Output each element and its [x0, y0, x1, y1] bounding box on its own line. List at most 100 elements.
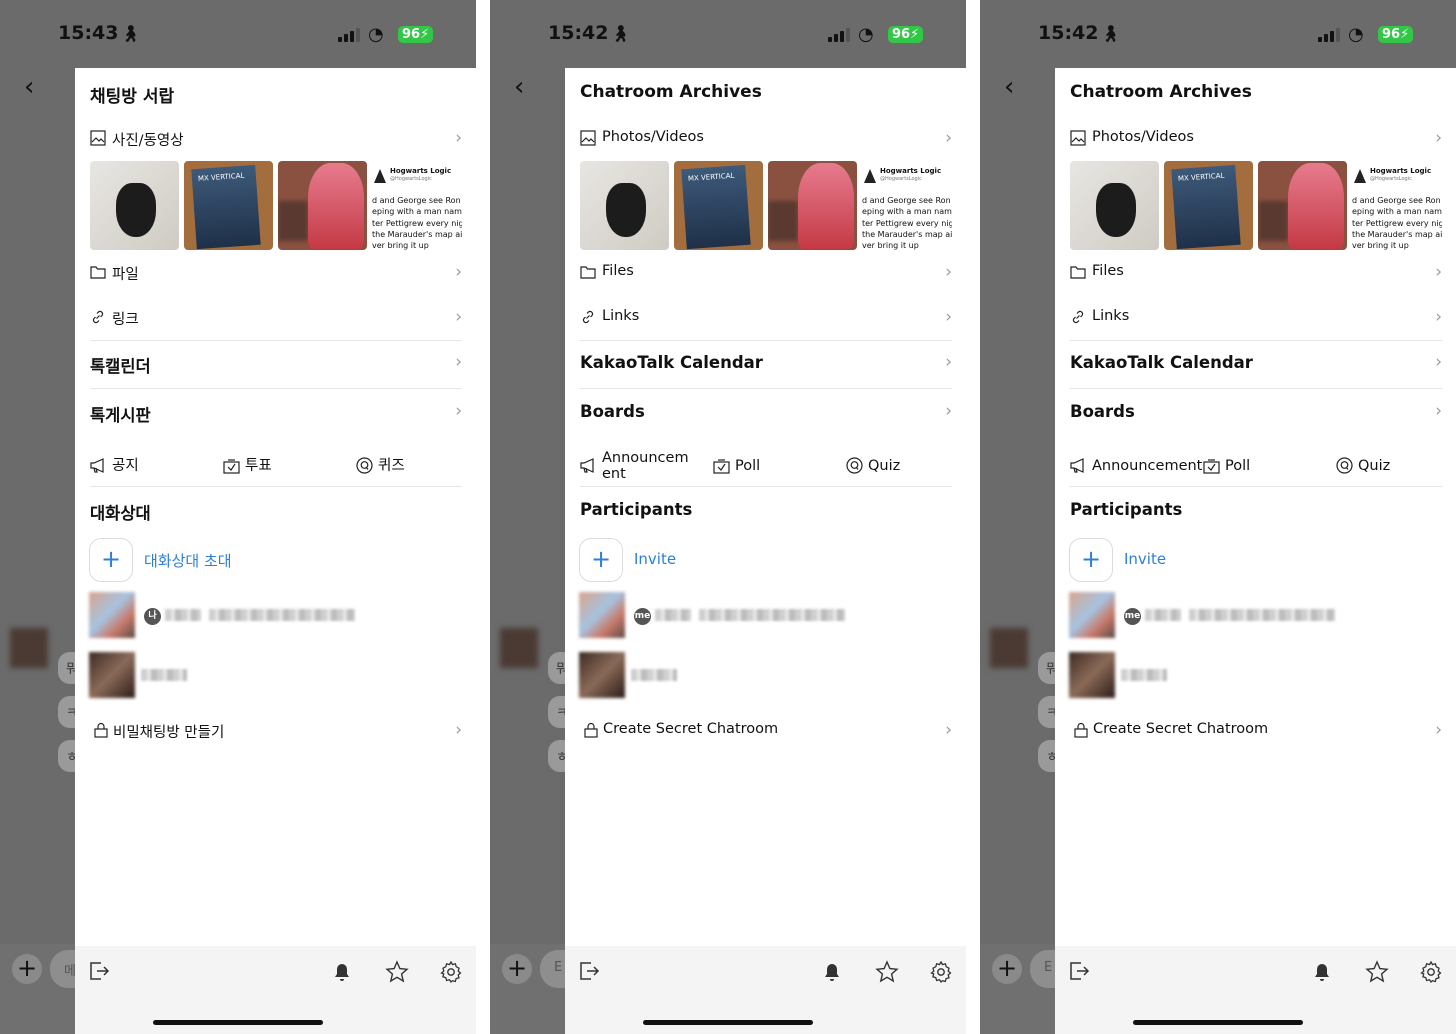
media-thumbnail[interactable]: Hogwarts Logic @HogwartsLogic d and Geor…	[1352, 161, 1442, 250]
quiz-item[interactable]: 퀴즈	[356, 448, 456, 484]
boards-row[interactable]: Boards ›	[580, 399, 952, 429]
chatroom-drawer: Chatroom Archives Photos/Videos › MX VER…	[565, 68, 966, 1034]
participant-row[interactable]	[89, 652, 461, 698]
bell-icon[interactable]	[820, 960, 844, 984]
participant-row[interactable]	[579, 652, 951, 698]
invite-plus-button[interactable]: +	[1069, 538, 1113, 582]
links-row[interactable]: 링크 ›	[90, 305, 462, 331]
media-thumbnail[interactable]: Hogwarts Logic @HogwartsLogic d and Geor…	[862, 161, 952, 250]
media-thumbnail[interactable]: MX VERTICAL	[674, 161, 763, 250]
bell-icon[interactable]	[330, 960, 354, 984]
media-row[interactable]: Photos/Videos ›	[1070, 126, 1442, 152]
secret-chatroom-row[interactable]: 비밀채팅방 만들기 ›	[90, 718, 462, 744]
media-thumbnail[interactable]	[1070, 161, 1159, 250]
leave-chatroom-icon[interactable]	[87, 960, 111, 984]
participant-row-me[interactable]: me	[579, 592, 951, 638]
media-thumbnail[interactable]	[278, 161, 367, 250]
participant-row-me[interactable]: me	[1069, 592, 1441, 638]
ballot-box-icon	[1203, 459, 1220, 474]
phone-screenshot: 15:42 🚶︎ ◔ 96⚡︎ ‹ 뭐 ㅋ ㅎ + E Chatroom Arch…	[490, 0, 966, 1034]
secret-chatroom-row[interactable]: Create Secret Chatroom ›	[1070, 718, 1442, 744]
star-icon[interactable]	[1365, 960, 1389, 984]
star-icon[interactable]	[385, 960, 409, 984]
media-thumbnail[interactable]	[1258, 161, 1347, 250]
media-thumbnail[interactable]	[768, 161, 857, 250]
folder-icon	[90, 266, 106, 279]
poll-item[interactable]: Poll	[713, 448, 823, 484]
participants-label: Participants	[1070, 500, 1183, 519]
boards-row[interactable]: 톡게시판 ›	[90, 399, 462, 429]
invite-label[interactable]: 대화상대 초대	[144, 550, 232, 571]
secret-chatroom-row[interactable]: Create Secret Chatroom ›	[580, 718, 952, 744]
media-thumbnail[interactable]	[580, 161, 669, 250]
gear-icon[interactable]	[929, 960, 953, 984]
back-chevron-icon[interactable]: ‹	[24, 72, 34, 102]
announcement-item[interactable]: Announcement	[1070, 448, 1202, 484]
links-row[interactable]: Links ›	[1070, 305, 1442, 331]
media-thumbnail[interactable]	[90, 161, 179, 250]
divider	[1070, 340, 1442, 341]
invite-label[interactable]: Invite	[1124, 550, 1166, 568]
calendar-label: 톡캘린더	[90, 357, 151, 376]
media-row[interactable]: Photos/Videos ›	[580, 126, 952, 152]
attach-plus-icon[interactable]: +	[12, 954, 42, 984]
me-badge: me	[634, 608, 651, 625]
media-thumbnail[interactable]: MX VERTICAL	[184, 161, 273, 250]
files-row[interactable]: 파일 ›	[90, 260, 462, 286]
participant-row-me[interactable]: 나	[89, 592, 461, 638]
tweet-line: ter Pettigrew every nigh	[372, 218, 462, 228]
announcement-item[interactable]: Announcem ent	[580, 448, 700, 484]
announcement-label: Announcement	[1092, 458, 1203, 474]
blurred-name	[655, 609, 691, 621]
tweet-line: ter Pettigrew every nigh	[1352, 218, 1442, 228]
attach-plus-icon[interactable]: +	[502, 954, 532, 984]
invite-label[interactable]: Invite	[634, 550, 676, 568]
files-row[interactable]: Files ›	[580, 260, 952, 286]
star-icon[interactable]	[875, 960, 899, 984]
chevron-right-icon: ›	[1435, 128, 1442, 148]
invite-plus-button[interactable]: +	[89, 538, 133, 582]
media-thumbnail[interactable]: MX VERTICAL	[1164, 161, 1253, 250]
cellular-signal-icon	[828, 28, 852, 42]
attach-plus-icon[interactable]: +	[992, 954, 1022, 984]
gear-icon[interactable]	[1419, 960, 1443, 984]
bell-icon[interactable]	[1310, 960, 1334, 984]
chevron-right-icon: ›	[1435, 262, 1442, 282]
divider	[1070, 388, 1442, 389]
calendar-row[interactable]: KakaoTalk Calendar ›	[580, 350, 952, 380]
media-row[interactable]: 사진/동영상 ›	[90, 126, 462, 152]
participant-row[interactable]	[1069, 652, 1441, 698]
tweet-line: ver bring it up	[1352, 241, 1409, 250]
gear-icon[interactable]	[439, 960, 463, 984]
announcement-item[interactable]: 공지	[90, 448, 210, 484]
poll-item[interactable]: 투표	[223, 448, 333, 484]
quiz-item[interactable]: Quiz	[846, 448, 946, 484]
status-time-text: 15:42	[1038, 22, 1099, 44]
chatroom-drawer: 채팅방 서랍 사진/동영상 › MX VERTICAL Hogwarts Log…	[75, 68, 476, 1034]
files-row[interactable]: Files ›	[1070, 260, 1442, 286]
back-chevron-icon[interactable]: ‹	[514, 72, 524, 102]
back-chevron-icon[interactable]: ‹	[1004, 72, 1014, 102]
lock-icon	[1074, 722, 1088, 738]
drawer-bottom-bar	[1055, 946, 1456, 1034]
invite-plus-button[interactable]: +	[579, 538, 623, 582]
boards-row[interactable]: Boards ›	[1070, 399, 1442, 429]
poll-item[interactable]: Poll	[1203, 448, 1313, 484]
links-row[interactable]: Links ›	[580, 305, 952, 331]
avatar	[1069, 592, 1115, 638]
quiz-item[interactable]: Quiz	[1336, 448, 1436, 484]
status-bar: 15:42 🚶︎ ◔ 96⚡︎	[980, 0, 1456, 68]
media-thumbnail[interactable]: Hogwarts Logic @HogwartsLogic d and Geor…	[372, 161, 462, 250]
tweet-line: eping with a man name	[1352, 207, 1442, 217]
blurred-name	[141, 669, 187, 681]
media-thumbnails: MX VERTICAL Hogwarts Logic @HogwartsLogi…	[90, 161, 462, 251]
chat-avatar	[990, 628, 1028, 668]
leave-chatroom-icon[interactable]	[577, 960, 601, 984]
chevron-right-icon: ›	[455, 128, 462, 148]
board-types: Announcement Poll Quiz	[1070, 448, 1442, 484]
calendar-row[interactable]: KakaoTalk Calendar ›	[1070, 350, 1442, 380]
secret-chatroom-label: Create Secret Chatroom	[603, 721, 779, 737]
media-thumbnails: MX VERTICAL Hogwarts Logic @HogwartsLogi…	[580, 161, 952, 251]
leave-chatroom-icon[interactable]	[1067, 960, 1091, 984]
calendar-row[interactable]: 톡캘린더 ›	[90, 350, 462, 380]
